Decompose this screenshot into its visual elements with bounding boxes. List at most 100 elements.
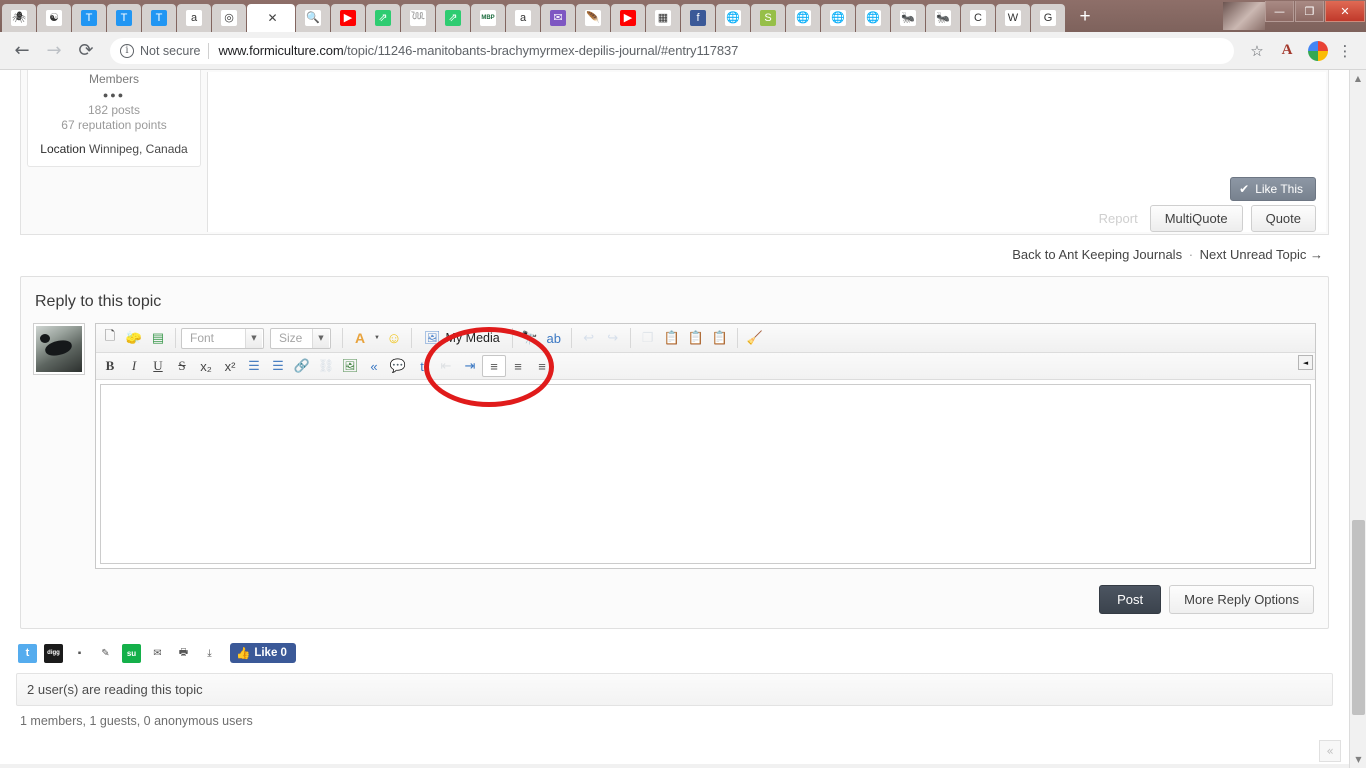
paste-text-button[interactable]: 📋 — [684, 327, 708, 349]
tab-favicon-youtube-1[interactable]: ▶ — [331, 4, 365, 32]
strikethrough-button[interactable]: S — [170, 355, 194, 377]
tab-favicon-target[interactable]: ◎ — [212, 4, 246, 32]
minimize-button[interactable]: — — [1265, 1, 1294, 22]
tab-favicon-ant-red[interactable]: 🐜 — [891, 4, 925, 32]
like-this-button[interactable]: ✔ Like This — [1230, 177, 1316, 201]
spellcheck-button[interactable]: ab — [542, 327, 566, 349]
next-unread-topic-link[interactable]: Next Unread Topic → — [1200, 247, 1323, 262]
scroll-down-arrow-icon[interactable]: ▼ — [1350, 751, 1366, 768]
tab-favicon-search[interactable]: 🔍 — [296, 4, 330, 32]
chevron-down-icon[interactable]: ▼ — [312, 328, 329, 348]
address-bar[interactable]: i Not secure www.formiculture.com/topic/… — [110, 37, 1234, 64]
tab-favicon-youtube-2[interactable]: ▶ — [611, 4, 645, 32]
tab-favicon-spider[interactable]: 🕷 — [2, 4, 36, 32]
more-reply-options-button[interactable]: More Reply Options — [1169, 585, 1314, 614]
chevron-down-icon[interactable]: ▼ — [372, 327, 382, 349]
bold-button[interactable]: B — [98, 355, 122, 377]
back-icon[interactable]: ← — [8, 37, 36, 65]
tab-favicon-grey-art[interactable]: ▦ — [646, 4, 680, 32]
tab-favicon-green-2[interactable]: ⇗ — [436, 4, 470, 32]
tab-formiculture-active[interactable]: ✕ — [247, 4, 295, 32]
tab-favicon-globe-1[interactable]: 🌐 — [716, 4, 750, 32]
tab-favicon-globe-2[interactable]: 🌐 — [786, 4, 820, 32]
tab-favicon-yinyang[interactable]: ☯ — [37, 4, 71, 32]
forward-icon[interactable]: → — [40, 37, 68, 65]
insert-media-button[interactable]: « — [362, 355, 386, 377]
share-twitter-icon[interactable]: t — [18, 643, 37, 663]
tab-favicon-mbp[interactable]: MBP — [471, 4, 505, 32]
redo-button[interactable]: ↪ — [601, 327, 625, 349]
chevron-down-icon[interactable]: ▼ — [245, 328, 262, 348]
bookmark-star-icon[interactable]: ☆ — [1244, 38, 1270, 64]
share-reddit-icon[interactable]: ✎ — [96, 643, 115, 663]
toolbar-collapse-button[interactable]: ◄ — [1298, 355, 1313, 370]
tab-favicon-ant-black[interactable]: 🐜 — [926, 4, 960, 32]
bullet-list-button[interactable]: ☰ — [242, 355, 266, 377]
collapse-sidebar-button[interactable]: « — [1319, 740, 1341, 762]
insert-image-button[interactable]: 🖼 — [338, 355, 362, 377]
tab-favicon-t-blue-3[interactable]: T — [142, 4, 176, 32]
tab-favicon-feather[interactable]: 🪶 — [576, 4, 610, 32]
unlink-button[interactable]: ⛓ — [314, 355, 338, 377]
tab-favicon-google[interactable]: G — [1031, 4, 1065, 32]
share-download-icon[interactable]: ⤓ — [200, 643, 219, 663]
share-stumbleupon-icon[interactable]: su — [122, 643, 141, 663]
horizontal-scroll-area[interactable] — [0, 764, 1349, 768]
tab-favicon-amazon-2[interactable]: a — [506, 4, 540, 32]
close-button[interactable]: ✕ — [1325, 1, 1365, 22]
scroll-up-arrow-icon[interactable]: ▲ — [1350, 70, 1366, 87]
font-select[interactable]: Font ▼ — [181, 327, 264, 349]
tab-favicon-shopify[interactable]: S — [751, 4, 785, 32]
tab-favicon-facebook[interactable]: f — [681, 4, 715, 32]
reload-icon[interactable]: ⟳ — [72, 37, 100, 65]
quote-bubble-button[interactable]: 💬 — [386, 355, 410, 377]
post-button[interactable]: Post — [1099, 585, 1162, 614]
table-button[interactable]: ▤ — [146, 327, 170, 349]
tab-favicon-mail[interactable]: ✉ — [541, 4, 575, 32]
share-email-icon[interactable]: ✉ — [148, 643, 167, 663]
superscript-button[interactable]: x² — [218, 355, 242, 377]
back-to-journals-link[interactable]: Back to Ant Keeping Journals — [1012, 247, 1182, 262]
underline-button[interactable]: U — [146, 355, 170, 377]
eraser-button[interactable]: 🧽 — [122, 327, 146, 349]
subscript-button[interactable]: x₂ — [194, 355, 218, 377]
restore-button[interactable]: ❐ — [1295, 1, 1324, 22]
italic-button[interactable]: I — [122, 355, 146, 377]
remove-format-button[interactable]: 🧹 — [743, 327, 767, 349]
share-digg-icon[interactable]: digg — [44, 643, 63, 663]
my-media-button[interactable]: 🖼 My Media — [417, 330, 507, 346]
paste-word-button[interactable]: 📋 — [708, 327, 732, 349]
profile-avatar-icon[interactable] — [1308, 40, 1328, 61]
tab-favicon-amazon[interactable]: a — [177, 4, 211, 32]
indent-button[interactable]: ⇥ — [458, 355, 482, 377]
scrollbar-thumb[interactable] — [1352, 520, 1365, 715]
facebook-like-button[interactable]: 👍 Like 0 — [230, 643, 296, 663]
align-left-button[interactable]: ≡ — [482, 355, 506, 377]
size-select[interactable]: Size ▼ — [270, 327, 331, 349]
font-color-button[interactable]: A — [348, 327, 372, 349]
numbered-list-button[interactable]: ☰ — [266, 355, 290, 377]
copy-button[interactable]: ❐ — [636, 327, 660, 349]
tab-favicon-globe-3[interactable]: 🌐 — [821, 4, 855, 32]
tab-favicon-wikipedia[interactable]: W — [996, 4, 1030, 32]
tab-favicon-t-blue-2[interactable]: T — [107, 4, 141, 32]
emoticon-button[interactable]: ☺ — [382, 327, 406, 349]
paste-button[interactable]: 📋 — [660, 327, 684, 349]
find-replace-button[interactable]: 🔭 — [518, 327, 542, 349]
tab-favicon-green-1[interactable]: ⇗ — [366, 4, 400, 32]
share-print-icon[interactable]: 🖶 — [174, 643, 193, 663]
tab-favicon-t-blue-1[interactable]: T — [72, 4, 106, 32]
vertical-scrollbar[interactable]: ▲ ▼ — [1349, 70, 1366, 768]
align-right-button[interactable]: ≡ — [530, 355, 554, 377]
twitter-embed-button[interactable]: t — [410, 355, 434, 377]
undo-button[interactable]: ↩ — [577, 327, 601, 349]
tab-favicon-globe-4[interactable]: 🌐 — [856, 4, 890, 32]
outdent-button[interactable]: ⇤ — [434, 355, 458, 377]
insert-link-button[interactable]: 🔗 — [290, 355, 314, 377]
editor-textarea[interactable] — [100, 384, 1311, 564]
close-icon[interactable]: ✕ — [267, 11, 277, 25]
tab-favicon-c-red[interactable]: C — [961, 4, 995, 32]
quote-button[interactable]: Quote — [1250, 205, 1316, 232]
report-link[interactable]: Report — [1099, 211, 1142, 226]
chrome-menu-icon[interactable]: ⋮ — [1332, 38, 1358, 64]
